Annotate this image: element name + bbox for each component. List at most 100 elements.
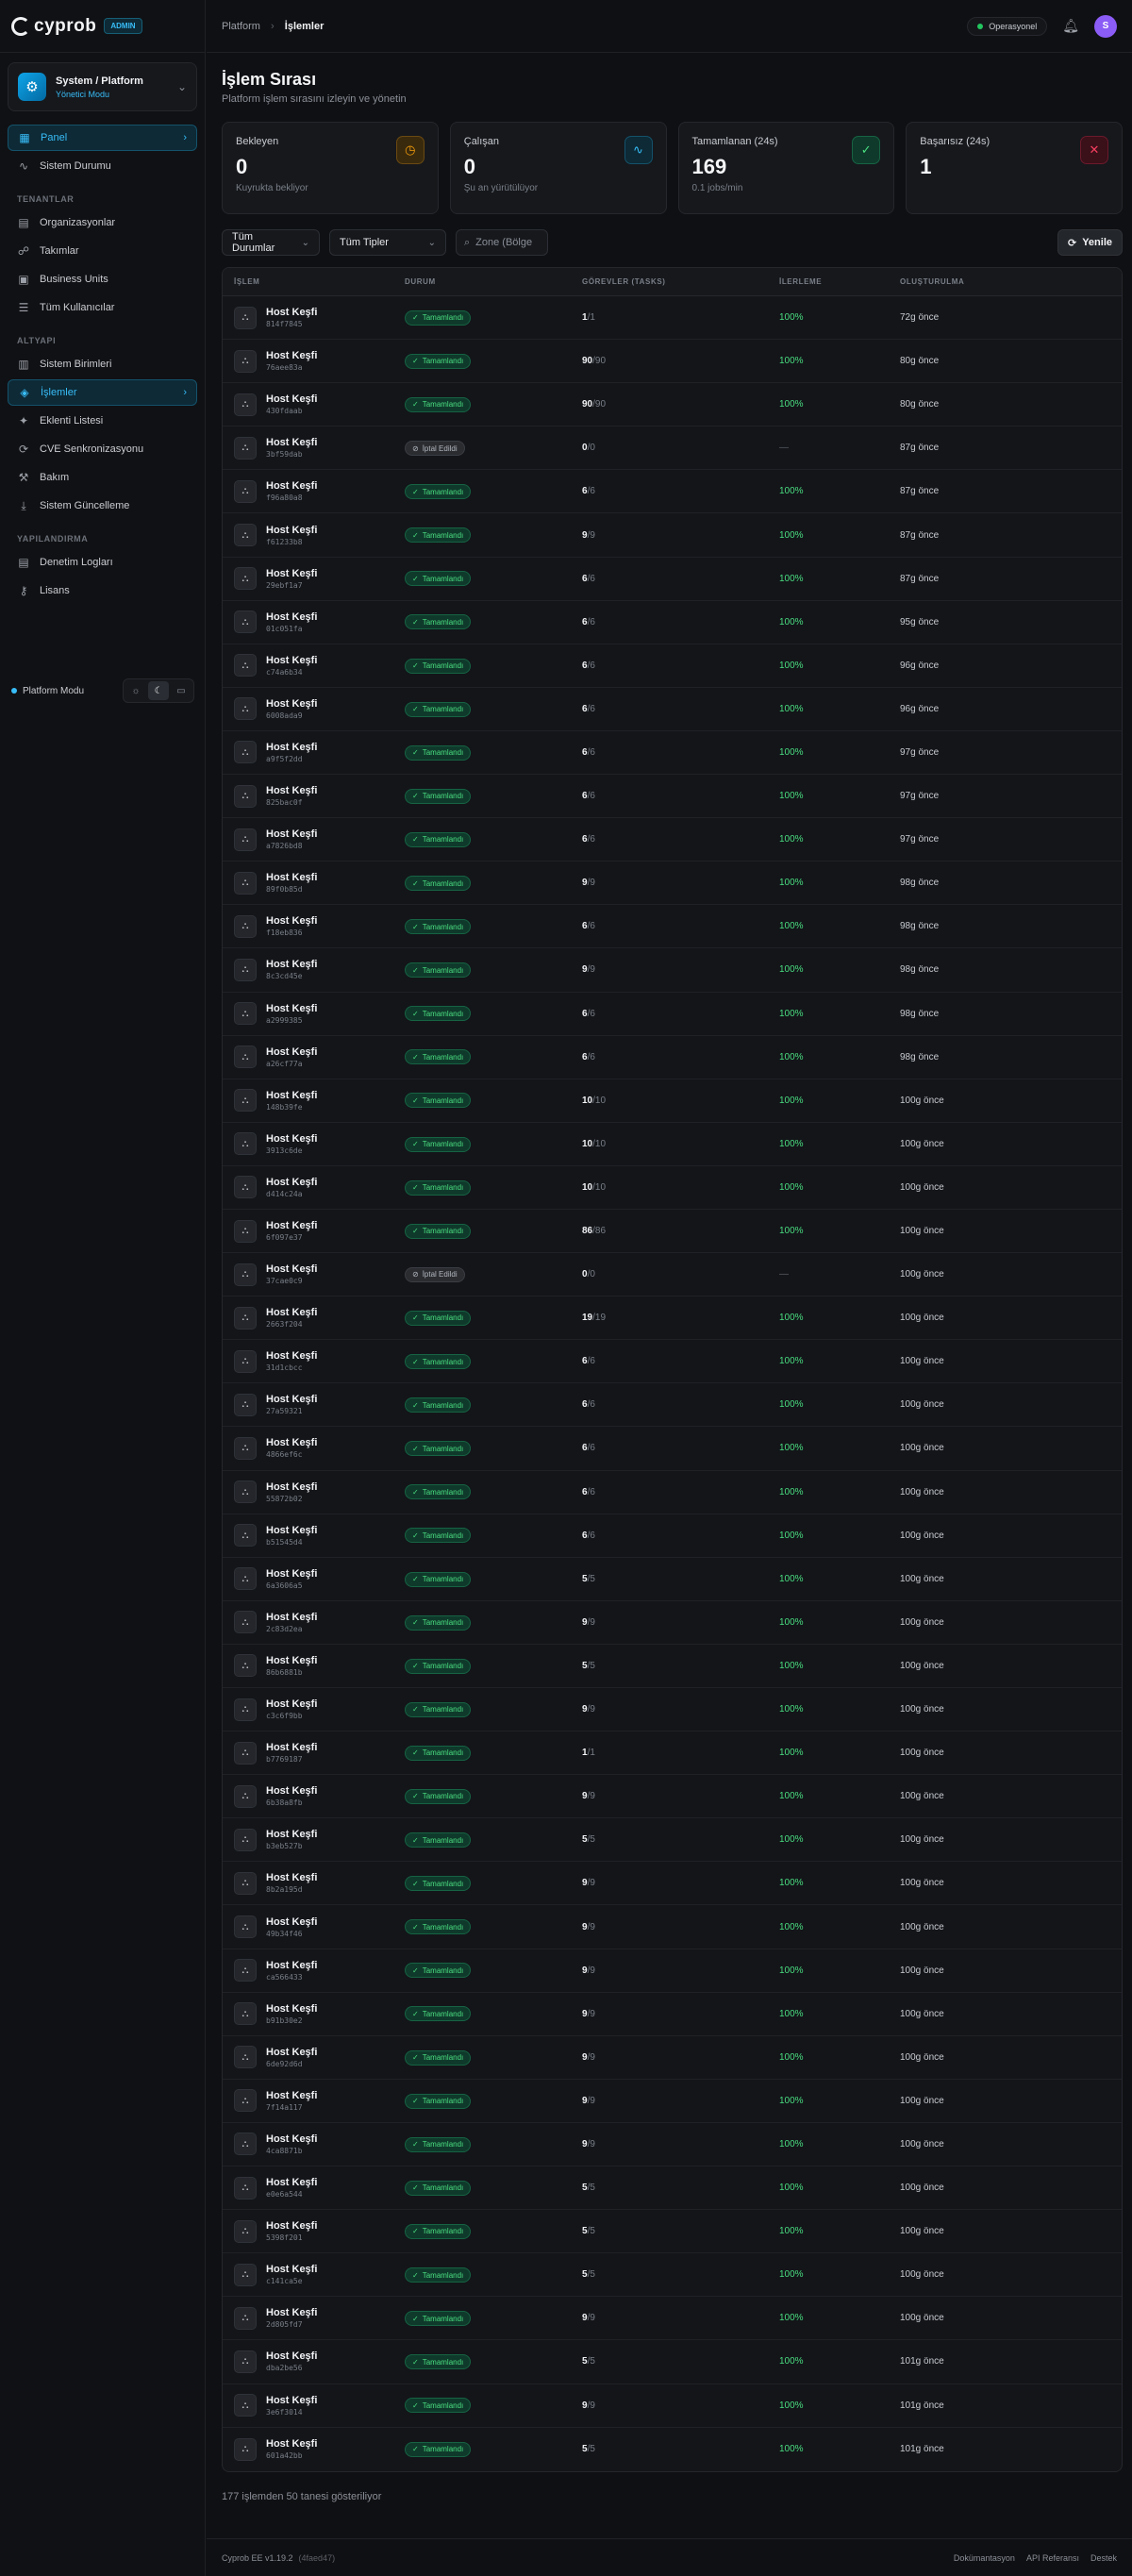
job-name[interactable]: Host Keşfi (266, 1177, 317, 1188)
table-row[interactable]: ⛬ Host Keşfi 7f14a117 ✓ Tamamlandı 9/9 100% 100… (223, 2080, 1122, 2123)
job-name[interactable]: Host Keşfi (266, 1612, 317, 1623)
job-name[interactable]: Host Keşfi (266, 828, 317, 840)
table-row[interactable]: ⛬ Host Keşfi 4ca8871b ✓ Tamamlandı 9/9 100% 100… (223, 2123, 1122, 2167)
job-name[interactable]: Host Keşfi (266, 698, 317, 710)
column-header-progress[interactable]: İLERLEME (779, 277, 900, 286)
job-name[interactable]: Host Keşfi (266, 1655, 317, 1666)
table-row[interactable]: ⛬ Host Keşfi b7769187 ✓ Tamamlandı 1/1 100% 100… (223, 1731, 1122, 1776)
sidebar-item-layers[interactable]: ◈ İşlemler › (8, 379, 197, 406)
job-name[interactable]: Host Keşfi (266, 915, 317, 927)
avatar[interactable]: S (1094, 14, 1117, 38)
table-row[interactable]: ⛬ Host Keşfi a7826bd8 ✓ Tamamlandı 6/6 100% 97g… (223, 818, 1122, 862)
table-row[interactable]: ⛬ Host Keşfi b91b30e2 ✓ Tamamlandı 9/9 100% 100… (223, 1993, 1122, 2036)
column-header-job[interactable]: İŞLEM (223, 277, 405, 286)
table-row[interactable]: ⛬ Host Keşfi 8c3cd45e ✓ Tamamlandı 9/9 100% 98g… (223, 948, 1122, 993)
job-name[interactable]: Host Keşfi (266, 1742, 317, 1753)
table-row[interactable]: ⛬ Host Keşfi 601a42bb ✓ Tamamlandı 5/5 100% 101… (223, 2428, 1122, 2471)
table-row[interactable]: ⛬ Host Keşfi f61233b8 ✓ Tamamlandı 9/9 100% 87g… (223, 513, 1122, 558)
sun-icon[interactable]: ☼ (125, 681, 146, 700)
job-name[interactable]: Host Keşfi (266, 2438, 317, 2450)
sidebar-item-sync[interactable]: ⟳ CVE Senkronizasyonu (8, 436, 197, 462)
table-row[interactable]: ⛬ Host Keşfi 5398f201 ✓ Tamamlandı 5/5 100% 100… (223, 2210, 1122, 2254)
table-row[interactable]: ⛬ Host Keşfi 27a59321 ✓ Tamamlandı 6/6 100% 100… (223, 1383, 1122, 1428)
refresh-button[interactable]: ⟳ Yenile (1057, 229, 1123, 256)
column-header-status[interactable]: DURUM (405, 277, 582, 286)
job-name[interactable]: Host Keşfi (266, 1785, 317, 1797)
job-name[interactable]: Host Keşfi (266, 2177, 317, 2188)
table-row[interactable]: ⛬ Host Keşfi 814f7845 ✓ Tamamlandı 1/1 100% 72g… (223, 296, 1122, 341)
job-name[interactable]: Host Keşfi (266, 568, 317, 579)
table-row[interactable]: ⛬ Host Keşfi 3e6f3014 ✓ Tamamlandı 9/9 100% 101… (223, 2384, 1122, 2428)
job-name[interactable]: Host Keşfi (266, 307, 317, 318)
job-name[interactable]: Host Keşfi (266, 1872, 317, 1883)
system-status-badge[interactable]: Operasyonel (967, 16, 1048, 36)
sidebar-item-users[interactable]: ☍ Takımlar (8, 238, 197, 264)
table-row[interactable]: ⛬ Host Keşfi 3913c6de ✓ Tamamlandı 10/10 100% 1… (223, 1123, 1122, 1166)
job-name[interactable]: Host Keşfi (266, 2047, 317, 2058)
sidebar-item-download[interactable]: ⤓ Sistem Güncelleme (8, 493, 197, 519)
table-row[interactable]: ⛬ Host Keşfi b51545d4 ✓ Tamamlandı 6/6 100% 100… (223, 1514, 1122, 1558)
table-row[interactable]: ⛬ Host Keşfi 148b39fe ✓ Tamamlandı 10/10 100% 1… (223, 1079, 1122, 1123)
job-name[interactable]: Host Keşfi (266, 2307, 317, 2318)
table-row[interactable]: ⛬ Host Keşfi 37cae0c9 ⊘ İptal Edildi 0/0— 100g… (223, 1253, 1122, 1297)
sidebar-item-grid[interactable]: ▦ Panel › (8, 125, 197, 151)
breadcrumb-root[interactable]: Platform (222, 21, 260, 32)
job-name[interactable]: Host Keşfi (266, 1394, 317, 1405)
table-row[interactable]: ⛬ Host Keşfi 6de92d6d ✓ Tamamlandı 9/9 100% 100… (223, 2036, 1122, 2080)
job-name[interactable]: Host Keşfi (266, 872, 317, 883)
table-row[interactable]: ⛬ Host Keşfi 55872b02 ✓ Tamamlandı 6/6 100% 100… (223, 1471, 1122, 1514)
job-name[interactable]: Host Keşfi (266, 1090, 317, 1101)
job-name[interactable]: Host Keşfi (266, 2395, 317, 2406)
job-name[interactable]: Host Keşfi (266, 1437, 317, 1448)
table-row[interactable]: ⛬ Host Keşfi f96a80a8 ✓ Tamamlandı 6/6 100% 87g… (223, 470, 1122, 514)
job-name[interactable]: Host Keşfi (266, 437, 317, 448)
job-name[interactable]: Host Keşfi (266, 2350, 317, 2362)
job-name[interactable]: Host Keşfi (266, 1220, 317, 1231)
job-name[interactable]: Host Keşfi (266, 1046, 317, 1058)
api-reference-link[interactable]: API Referansı (1026, 2553, 1079, 2563)
job-name[interactable]: Host Keşfi (266, 1133, 317, 1145)
table-row[interactable]: ⛬ Host Keşfi 430fdaab ✓ Tamamlandı 90/90 100% 8… (223, 383, 1122, 427)
table-row[interactable]: ⛬ Host Keşfi d414c24a ✓ Tamamlandı 10/10 100% 1… (223, 1166, 1122, 1210)
table-row[interactable]: ⛬ Host Keşfi 2c83d2ea ✓ Tamamlandı 9/9 100% 100… (223, 1601, 1122, 1645)
table-row[interactable]: ⛬ Host Keşfi c74a6b34 ✓ Tamamlandı 6/6 100% 96g… (223, 644, 1122, 688)
table-row[interactable]: ⛬ Host Keşfi 2663f204 ✓ Tamamlandı 19/19 100% 1… (223, 1296, 1122, 1341)
table-row[interactable]: ⛬ Host Keşfi 4866ef6c ✓ Tamamlandı 6/6 100% 100… (223, 1427, 1122, 1471)
column-header-tasks[interactable]: GÖREVLER (TASKS) (582, 277, 779, 286)
table-row[interactable]: ⛬ Host Keşfi 31d1cbcc ✓ Tamamlandı 6/6 100% 100… (223, 1340, 1122, 1384)
job-name[interactable]: Host Keşfi (266, 742, 317, 753)
table-row[interactable]: ⛬ Host Keşfi a9f5f2dd ✓ Tamamlandı 6/6 100% 97g… (223, 731, 1122, 776)
job-name[interactable]: Host Keşfi (266, 2133, 317, 2145)
job-name[interactable]: Host Keşfi (266, 480, 317, 492)
job-name[interactable]: Host Keşfi (266, 1829, 317, 1840)
sidebar-item-log[interactable]: ▤ Denetim Logları (8, 549, 197, 576)
job-name[interactable]: Host Keşfi (266, 1698, 317, 1710)
sidebar-item-puzzle[interactable]: ✦ Eklenti Listesi (8, 408, 197, 434)
table-row[interactable]: ⛬ Host Keşfi dba2be56 ✓ Tamamlandı 5/5 100% 101… (223, 2340, 1122, 2384)
job-name[interactable]: Host Keşfi (266, 1307, 317, 1318)
table-row[interactable]: ⛬ Host Keşfi ca566433 ✓ Tamamlandı 9/9 100% 100… (223, 1949, 1122, 1993)
table-row[interactable]: ⛬ Host Keşfi 825bac0f ✓ Tamamlandı 6/6 100% 97g… (223, 775, 1122, 819)
tenant-switcher[interactable]: ⚙ System / Platform Yönetici Modu ⌄ (8, 62, 197, 111)
bell-icon[interactable]: 🔔︎ (1062, 18, 1079, 34)
table-row[interactable]: ⛬ Host Keşfi 3bf59dab ⊘ İptal Edildi 0/0— 87g … (223, 427, 1122, 471)
status-filter-select[interactable]: Tüm Durumlar ⌄ (222, 229, 320, 256)
logo[interactable]: cyprob (11, 16, 96, 37)
job-name[interactable]: Host Keşfi (266, 611, 317, 623)
job-name[interactable]: Host Keşfi (266, 393, 317, 405)
job-name[interactable]: Host Keşfi (266, 785, 317, 796)
table-row[interactable]: ⛬ Host Keşfi c3c6f9bb ✓ Tamamlandı 9/9 100% 100… (223, 1688, 1122, 1732)
docs-link[interactable]: Dokümantasyon (954, 2553, 1015, 2563)
table-row[interactable]: ⛬ Host Keşfi a26cf77a ✓ Tamamlandı 6/6 100% 98g… (223, 1036, 1122, 1079)
table-row[interactable]: ⛬ Host Keşfi 86b6881b ✓ Tamamlandı 5/5 100% 100… (223, 1645, 1122, 1688)
job-name[interactable]: Host Keşfi (266, 959, 317, 970)
table-row[interactable]: ⛬ Host Keşfi 89f0b85d ✓ Tamamlandı 9/9 100% 98g… (223, 861, 1122, 906)
support-link[interactable]: Destek (1090, 2553, 1117, 2563)
table-row[interactable]: ⛬ Host Keşfi 6a3606a5 ✓ Tamamlandı 5/5 100% 100… (223, 1558, 1122, 1601)
job-name[interactable]: Host Keşfi (266, 655, 317, 666)
sidebar-item-building[interactable]: ▤ Organizasyonlar (8, 209, 197, 236)
job-name[interactable]: Host Keşfi (266, 1263, 317, 1275)
table-row[interactable]: ⛬ Host Keşfi 49b34f46 ✓ Tamamlandı 9/9 100% 100… (223, 1905, 1122, 1949)
table-row[interactable]: ⛬ Host Keşfi f18eb836 ✓ Tamamlandı 6/6 100% 98g… (223, 905, 1122, 949)
table-row[interactable]: ⛬ Host Keşfi 6b38a8fb ✓ Tamamlandı 9/9 100% 100… (223, 1775, 1122, 1819)
